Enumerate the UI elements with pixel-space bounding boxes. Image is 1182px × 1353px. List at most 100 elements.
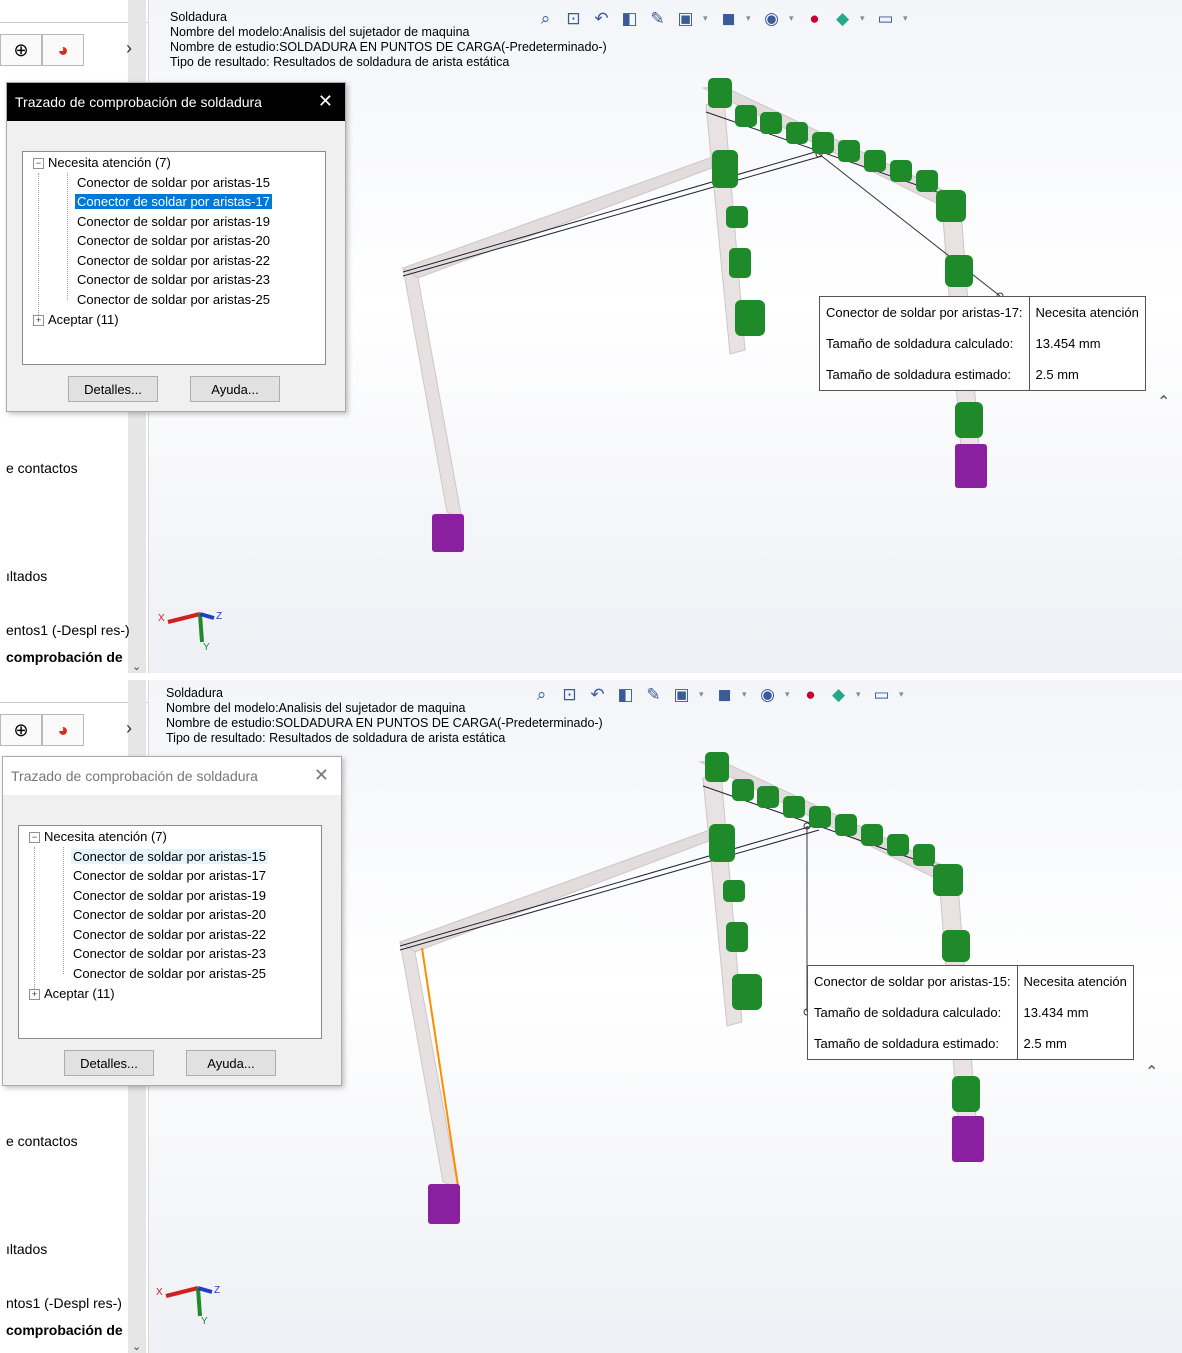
appearance-icon[interactable]: ◕ [42,714,84,746]
callout-connector-label: Conector de soldar por aristas-15: [808,966,1018,997]
chevron-up-icon[interactable]: ⌃ [1145,1062,1158,1082]
tree-item[interactable]: Conector de soldar por aristas-23 [75,270,272,289]
tree-item-selected[interactable]: Conector de soldar por aristas-17 [75,192,272,211]
chevron-down-icon[interactable]: ▾ [703,13,711,24]
edit-appearance-icon[interactable]: ● [800,684,821,705]
tree-item[interactable]: Conector de soldar por aristas-19 [75,212,272,231]
apply-scene-icon[interactable]: ◆ [832,8,853,29]
header-result-type: Tipo de resultado: Resultados de soldadu… [170,55,510,69]
previous-view-icon[interactable]: ↶ [587,684,608,705]
weld-result-callout: Conector de soldar por aristas-17: Necesi… [819,296,1146,391]
chevron-down-icon[interactable]: ⌄ [132,1340,141,1353]
edit-appearance-icon[interactable]: ● [804,8,825,29]
sidebar-item-results[interactable]: ıltados [6,568,47,584]
chevron-down-icon[interactable]: ▾ [899,689,907,700]
tree-item[interactable]: Conector de soldar por aristas-20 [71,905,268,924]
zoom-area-icon[interactable]: ⊡ [559,684,580,705]
crosshair-icon[interactable]: ⊕ [0,714,42,746]
callout-est-value: 2.5 mm [1035,367,1079,382]
sidebar-item-contacts[interactable]: e contactos [6,460,78,476]
chevron-up-icon[interactable]: ⌃ [1157,392,1170,412]
tree-item[interactable]: Conector de soldar por aristas-25 [71,964,268,983]
chevron-down-icon[interactable]: ▾ [746,13,754,24]
chevron-down-icon[interactable]: ▾ [785,689,793,700]
chevron-down-icon[interactable]: ⌄ [132,660,141,673]
heads-up-toolbar: ⌕ ⊡ ↶ ◧ ✎ ▣ ▾ ◼ ▾ ◉ ▾ ● ◆ ▾ ▭ ▾ [531,684,907,705]
callout-est-value: 2.5 mm [1023,1036,1067,1051]
sidebar-item-weld-check[interactable]: comprobación de [6,1322,123,1338]
chevron-down-icon[interactable]: ▾ [903,13,911,24]
beam-left-leg [402,266,463,521]
dialog-title-bar[interactable]: Trazado de comprobación de soldadura ✕ [7,83,345,121]
hide-show-icon[interactable]: ◉ [761,8,782,29]
chevron-down-icon[interactable]: ▾ [699,689,707,700]
dynamic-annotation-icon[interactable]: ✎ [643,684,664,705]
tree-item[interactable]: Conector de soldar por aristas-23 [71,944,268,963]
display-style-icon[interactable]: ◼ [714,684,735,705]
close-icon[interactable]: ✕ [318,91,333,112]
section-view-icon[interactable]: ◧ [615,684,636,705]
hide-show-icon[interactable]: ◉ [757,684,778,705]
help-button[interactable]: Ayuda... [186,1050,276,1076]
chevron-right-icon[interactable]: › [126,38,132,59]
view-orientation-icon[interactable]: ▣ [675,8,696,29]
zoom-to-fit-icon[interactable]: ⌕ [535,8,556,29]
tree-item[interactable]: Conector de soldar por aristas-22 [75,251,272,270]
apply-scene-icon[interactable]: ◆ [828,684,849,705]
tree-item[interactable]: Conector de soldar por aristas-22 [71,925,268,944]
tree-connector [63,847,64,974]
tree-group-accept[interactable]: + Aceptar (11) [29,984,115,1003]
tree-group-needs-attention[interactable]: − Necesita atención (7) [33,153,171,172]
tree-item[interactable]: Conector de soldar por aristas-25 [75,290,272,309]
chevron-right-icon[interactable]: › [126,718,132,739]
view-settings-icon[interactable]: ▭ [871,684,892,705]
dialog-title-bar[interactable]: Trazado de comprobación de soldadura ✕ [3,757,341,795]
sidebar-item-results[interactable]: ıltados [6,1241,47,1257]
chevron-down-icon[interactable]: ▾ [742,689,750,700]
tree-group-accept[interactable]: + Aceptar (11) [33,310,119,329]
tree-item[interactable]: Conector de soldar por aristas-19 [71,886,268,905]
header-study: Nombre de estudio:SOLDADURA EN PUNTOS DE… [170,40,607,54]
display-style-icon[interactable]: ◼ [718,8,739,29]
tree-item-hovered[interactable]: Conector de soldar por aristas-15 [71,847,268,866]
tree-group-needs-attention[interactable]: − Necesita atención (7) [29,827,167,846]
chevron-down-icon[interactable]: ▾ [856,689,864,700]
collapse-icon[interactable]: − [33,158,44,170]
details-button[interactable]: Detalles... [68,376,158,402]
callout-calc-value: 13.454 mm [1035,336,1101,351]
appearance-icon[interactable]: ◕ [42,34,84,66]
sidebar-tabs: ⊕ ◕ [0,34,84,66]
header-result-type: Tipo de resultado: Resultados de soldadu… [166,731,506,745]
sidebar-item-displacement[interactable]: entos1 (-Despl res-) [6,622,130,638]
dynamic-annotation-icon[interactable]: ✎ [647,8,668,29]
section-view-icon[interactable]: ◧ [619,8,640,29]
chevron-down-icon[interactable]: ▾ [860,13,868,24]
details-button[interactable]: Detalles... [64,1050,154,1076]
weld-tree: − Necesita atención (7) Conector de solda… [22,151,326,365]
expand-icon[interactable]: + [33,315,44,327]
tree-connector [38,173,39,321]
callout-est-label: Tamaño de soldadura estimado: [808,1028,1018,1059]
previous-view-icon[interactable]: ↶ [591,8,612,29]
view-orientation-icon[interactable]: ▣ [671,684,692,705]
tree-item[interactable]: Conector de soldar por aristas-17 [71,866,268,885]
tree-item[interactable]: Conector de soldar por aristas-20 [75,231,272,250]
zoom-to-fit-icon[interactable]: ⌕ [531,684,552,705]
help-button[interactable]: Ayuda... [190,376,280,402]
chevron-down-icon[interactable]: ▾ [789,13,797,24]
zoom-area-icon[interactable]: ⊡ [563,8,584,29]
sidebar-item-contacts[interactable]: e contactos [6,1133,78,1149]
sidebar-item-displacement[interactable]: ntos1 (-Despl res-) [6,1295,122,1311]
close-icon[interactable]: ✕ [314,765,329,786]
beam-top-left [398,827,732,953]
crosshair-icon[interactable]: ⊕ [0,34,42,66]
callout-status: Necesita atención [1023,974,1127,989]
view-settings-icon[interactable]: ▭ [875,8,896,29]
collapse-icon[interactable]: − [29,832,40,844]
callout-est-label: Tamaño de soldadura estimado: [820,359,1030,390]
sidebar-item-weld-check[interactable]: comprobación de [6,649,123,665]
sidebar-top-bar [0,0,148,23]
beam-top-left [401,154,735,279]
tree-item[interactable]: Conector de soldar por aristas-15 [75,173,272,192]
expand-icon[interactable]: + [29,989,40,1001]
